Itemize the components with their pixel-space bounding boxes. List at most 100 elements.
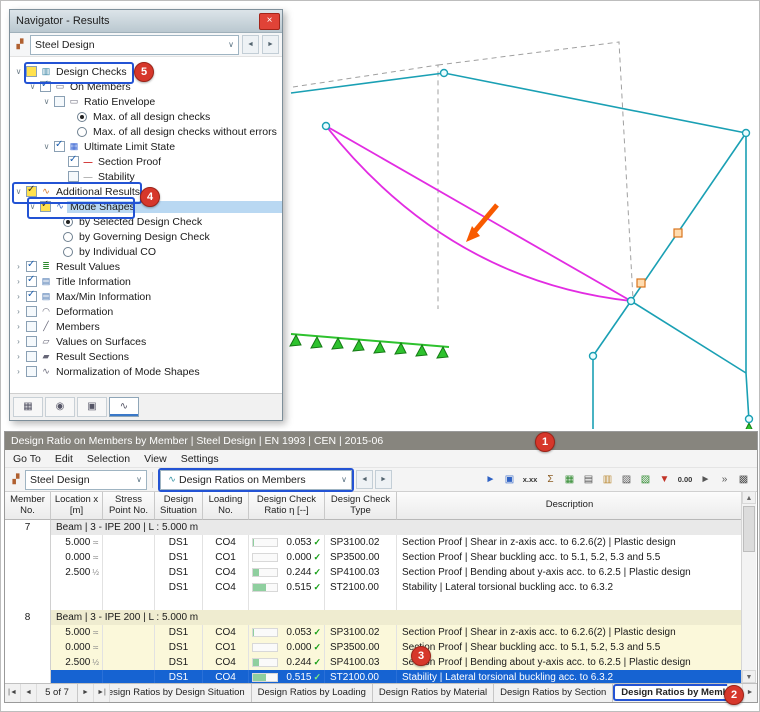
table-views-icon[interactable]: ▤ <box>579 471 598 489</box>
scroll-up-icon[interactable]: ▲ <box>742 491 756 504</box>
navigator-titlebar[interactable]: Navigator - Results × <box>10 10 282 33</box>
tree-item-result-values[interactable]: › ≣ Result Values <box>10 259 282 274</box>
jump-to-graphic-icon[interactable]: ► <box>696 471 715 489</box>
tree-item-max-of-all-design-checks-without-errors[interactable]: Max. of all design checks without errors <box>10 124 282 139</box>
model-viewport[interactable] <box>281 9 759 429</box>
result-grid-icon[interactable]: ▦ <box>560 471 579 489</box>
tree-item-section-proof[interactable]: — Section Proof <box>10 154 282 169</box>
previous-category-button[interactable]: ◄ <box>242 35 259 54</box>
stress-point-cell <box>103 625 155 640</box>
design-module-select[interactable]: Steel Design ∨ <box>25 469 147 490</box>
panel-toggle-icon[interactable]: ▩ <box>734 471 753 489</box>
checkbox-additional-results[interactable] <box>26 184 37 197</box>
result-row[interactable]: 2.500 ½ DS1 CO4 0.244 ✓ SP4100.03 Section Proof… <box>5 655 743 670</box>
tree-item-ultimate-limit-state[interactable]: ∨ ▦ Ultimate Limit State <box>10 139 282 154</box>
checkbox-members[interactable] <box>26 321 37 332</box>
camera-tab[interactable]: ▣ <box>77 397 107 417</box>
tree-item-title-information[interactable]: › ▤ Title Information <box>10 274 282 289</box>
last-record-button[interactable]: ►| <box>94 684 110 702</box>
ratio-bar <box>252 553 278 562</box>
table-titlebar[interactable]: Design Ratio on Members by Member | Stee… <box>5 432 757 450</box>
next-table-button[interactable]: ► <box>375 470 392 489</box>
previous-table-button[interactable]: ◄ <box>356 470 373 489</box>
tree-item-values-on-surfaces[interactable]: › ▱ Values on Surfaces <box>10 334 282 349</box>
result-row[interactable]: 2.500 ½ DS1 CO4 0.244 ✓ SP4100.03 Section Proof… <box>5 565 743 580</box>
result-row[interactable]: 5.000 ≍ DS1 CO4 0.053 ✓ SP3100.02 Section Proof… <box>5 535 743 550</box>
menu-selection[interactable]: Selection <box>87 453 130 465</box>
menu-edit[interactable]: Edit <box>55 453 73 465</box>
print-icon[interactable]: ▨ <box>617 471 636 489</box>
result-row[interactable]: 0.000 ≍ DS1 CO1 0.000 ✓ SP3500.00 Section Proof… <box>5 550 743 565</box>
checkbox-mode-shapes[interactable] <box>40 199 51 212</box>
show-values-icon[interactable]: x.xx <box>519 471 541 489</box>
checkbox-result-values[interactable] <box>26 259 37 272</box>
checkbox-design-checks[interactable] <box>26 66 37 77</box>
tree-item-max-of-all-design-checks[interactable]: Max. of all design checks <box>10 109 282 124</box>
menu-view[interactable]: View <box>144 453 167 465</box>
checkbox-result-sections[interactable] <box>26 351 37 362</box>
filter-funnel-icon[interactable]: ▼ <box>655 471 674 489</box>
next-category-button[interactable]: ► <box>262 35 279 54</box>
radio-by-individual-co[interactable] <box>63 246 73 257</box>
tree-item-by-selected-design-check[interactable]: by Selected Design Check <box>10 214 282 229</box>
radio-max-of-all-design-checks[interactable] <box>77 111 87 122</box>
close-icon[interactable]: × <box>259 12 280 30</box>
select-members-icon[interactable]: ► <box>481 471 500 489</box>
result-row[interactable]: 0.000 ≍ DS1 CO1 0.000 ✓ SP3500.00 Section Proof… <box>5 640 743 655</box>
member-cell <box>5 625 51 640</box>
table-folders-icon[interactable]: ▥ <box>598 471 617 489</box>
results-tree: ∨ ▥ Design Checks ∨ ▭ On Members ∨ ▭ Ratio Envel… <box>10 56 282 379</box>
tree-item-stability[interactable]: — Stability <box>10 169 282 184</box>
tab-design-ratios-by-member[interactable]: Design Ratios by Member <box>613 684 727 701</box>
result-category-select[interactable]: Steel Design ∨ <box>30 34 239 55</box>
vertical-scrollbar[interactable]: ▲ ▼ <box>741 491 756 683</box>
checkbox-deformation[interactable] <box>26 306 37 317</box>
tree-item-result-sections[interactable]: › ▰ Result Sections <box>10 349 282 364</box>
checkbox-on-members[interactable] <box>40 79 51 92</box>
result-table-select[interactable]: ∿ Design Ratios on Members ∨ <box>160 469 352 490</box>
tab-design-ratios-by-design-situation[interactable]: Design Ratios by Design Situation <box>110 684 252 702</box>
next-record-button[interactable]: ► <box>78 684 94 702</box>
radio-max-of-all-design-checks-without-errors[interactable] <box>77 126 87 137</box>
tab-design-ratios-by-loading[interactable]: Design Ratios by Loading <box>252 684 373 702</box>
radio-by-selected-design-check[interactable] <box>63 216 73 227</box>
previous-record-button[interactable]: ◄ <box>21 684 37 702</box>
design-check-type-cell: SP3500.00 <box>325 640 397 655</box>
tree-item-deformation[interactable]: › ◠ Deformation <box>10 304 282 319</box>
scroll-down-icon[interactable]: ▼ <box>742 670 756 683</box>
checkbox-values-on-surfaces[interactable] <box>26 336 37 347</box>
tree-item-members[interactable]: › ╱ Members <box>10 319 282 334</box>
location-cell: 0.000 ≍ <box>51 640 103 655</box>
tab-design-ratios-by-material[interactable]: Design Ratios by Material <box>373 684 495 702</box>
extreme-values-icon[interactable]: Σ <box>541 471 560 489</box>
tabs-scroll-right-icon[interactable]: ► <box>742 684 757 702</box>
visibility-tab[interactable]: ◉ <box>45 397 75 417</box>
checkbox-max-min-information[interactable] <box>26 289 37 302</box>
decimal-filter-icon[interactable]: 0.00 <box>674 471 696 489</box>
result-row[interactable]: 5.000 ≍ DS1 CO4 0.053 ✓ SP3100.02 Section Proof… <box>5 625 743 640</box>
overflow-icon[interactable]: » <box>715 471 734 489</box>
tree-item-normalization-of-mode-shapes[interactable]: › ∿ Normalization of Mode Shapes <box>10 364 282 379</box>
result-row[interactable]: DS1 CO4 0.515 ✓ ST2100.00 Stability | Lateral… <box>5 580 743 595</box>
tree-item-by-governing-design-check[interactable]: by Governing Design Check <box>10 229 282 244</box>
radio-by-governing-design-check[interactable] <box>63 231 73 242</box>
tree-item-ratio-envelope[interactable]: ∨ ▭ Ratio Envelope <box>10 94 282 109</box>
results-tab[interactable]: ∿ <box>109 397 139 417</box>
display-properties-tab[interactable]: ▦ <box>13 397 43 417</box>
export-icon[interactable]: ▧ <box>636 471 655 489</box>
checkbox-ultimate-limit-state[interactable] <box>54 139 65 152</box>
first-record-button[interactable]: |◄ <box>5 684 21 702</box>
menu-settings[interactable]: Settings <box>181 453 219 465</box>
tree-item-by-individual-co[interactable]: by Individual CO <box>10 244 282 259</box>
checkbox-normalization-of-mode-shapes[interactable] <box>26 366 37 377</box>
checkbox-section-proof[interactable] <box>68 154 79 167</box>
box-select-icon[interactable]: ▣ <box>500 471 519 489</box>
checkbox-stability[interactable] <box>68 171 79 182</box>
tab-design-ratios-by-section[interactable]: Design Ratios by Section <box>494 684 614 702</box>
menu-go-to[interactable]: Go To <box>13 453 41 465</box>
table-toolbar: ▞ Steel Design ∨ ∿ Design Ratios on Memb… <box>5 467 757 492</box>
checkbox-title-information[interactable] <box>26 274 37 287</box>
checkbox-ratio-envelope[interactable] <box>54 96 65 107</box>
tree-item-max-min-information[interactable]: › ▤ Max/Min Information <box>10 289 282 304</box>
scrollbar-thumb[interactable] <box>743 506 755 552</box>
